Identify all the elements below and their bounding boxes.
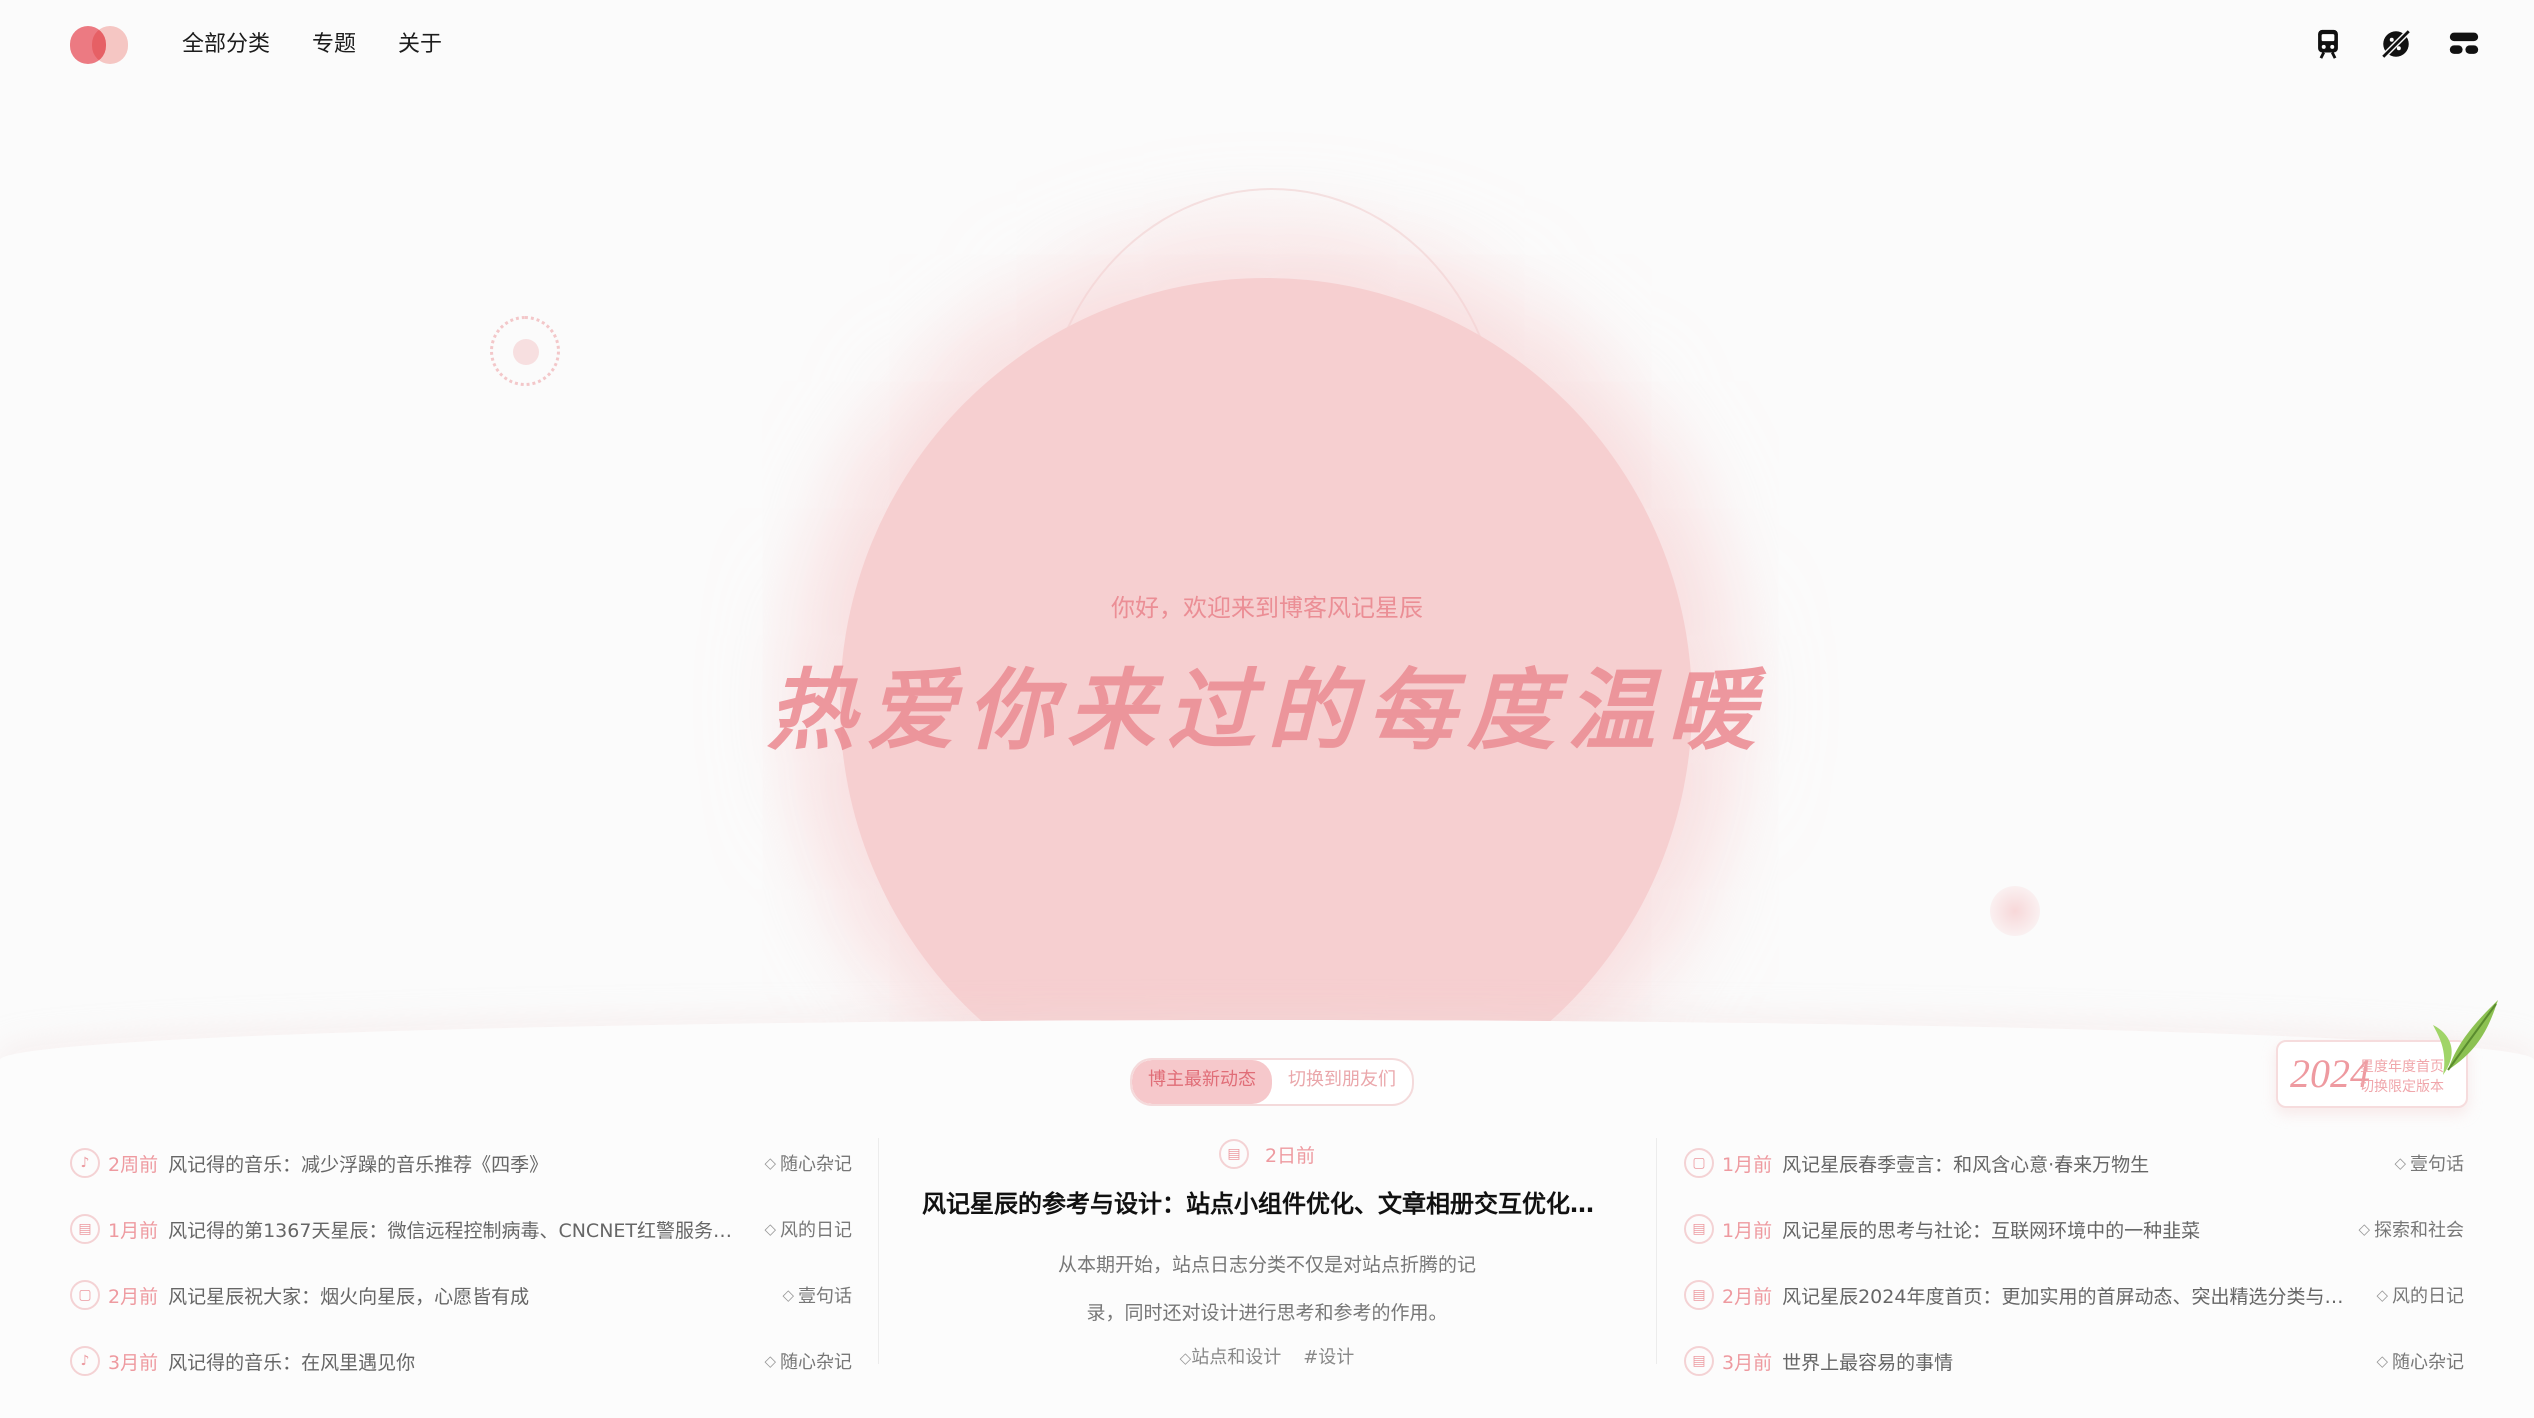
menu-grid-icon[interactable] bbox=[2444, 24, 2484, 64]
item-tag-label: 随心杂记 bbox=[780, 1352, 852, 1373]
site-header: 全部分类 专题 关于 bbox=[0, 0, 2534, 90]
tag-icon: ◇ bbox=[764, 1220, 776, 1238]
item-tag-label: 壹句话 bbox=[798, 1286, 852, 1307]
subway-icon[interactable] bbox=[2308, 24, 2348, 64]
diary-icon: ▤ bbox=[1218, 1139, 1249, 1169]
item-time: 1月前 bbox=[1722, 1153, 1773, 1176]
item-title: 风记星辰2024年度首页：更加实用的首屏动态、突出精选分类与年度限定版本 bbox=[1782, 1285, 2377, 1308]
leaf-icon bbox=[2433, 1000, 2498, 1075]
column-divider-right bbox=[1656, 1138, 1657, 1364]
tag-icon: ◇ bbox=[782, 1286, 794, 1304]
item-tag[interactable]: ◇ 随心杂记 bbox=[764, 1150, 852, 1176]
featured-tag-design[interactable]: #设计 bbox=[1303, 1343, 1354, 1369]
item-tag[interactable]: ◇ 随心杂记 bbox=[2376, 1348, 2464, 1374]
nav-about[interactable]: 关于 bbox=[398, 28, 442, 62]
decorative-glow-dot bbox=[1990, 886, 2040, 936]
item-tag-label: 随心杂记 bbox=[780, 1154, 852, 1175]
item-tag[interactable]: ◇ 随心杂记 bbox=[764, 1348, 852, 1374]
tab-friends[interactable]: 切换到朋友们 bbox=[1272, 1060, 1412, 1104]
list-item[interactable]: ♪ 2周前 风记得的音乐：减少浮躁的音乐推荐《四季》 ◇ 随心杂记 bbox=[70, 1130, 852, 1196]
featured-meta: ▤ 2日前 bbox=[900, 1134, 1634, 1174]
right-update-list: ▢ 1月前 风记星辰春季壹言：和风含心意·春来万物生 ◇ 壹句话 ▤ 1月前 风记… bbox=[1684, 1130, 2464, 1394]
tag-icon: ◇ bbox=[764, 1154, 776, 1172]
item-title: 风记得的第1367天星辰：微信远程控制病毒、CNCNET红警服务器与AI生成图片… bbox=[168, 1219, 765, 1242]
featured-title[interactable]: 风记星辰的参考与设计：站点小组件优化、文章相册交互优化、页面细节调整 bbox=[900, 1184, 1634, 1219]
list-item[interactable]: ▤ 3月前 世界上最容易的事情 ◇ 随心杂记 bbox=[1684, 1328, 2464, 1394]
tag-icon: ◇ bbox=[2376, 1352, 2388, 1370]
item-title: 风记星辰祝大家：烟火向星辰，心愿皆有成 bbox=[168, 1285, 530, 1308]
no-cookie-icon[interactable] bbox=[2376, 24, 2416, 64]
item-tag-label: 随心杂记 bbox=[2392, 1352, 2464, 1373]
music-icon: ♪ bbox=[70, 1148, 100, 1178]
item-time: 3月前 bbox=[108, 1351, 159, 1374]
message-icon: ▢ bbox=[70, 1280, 100, 1310]
item-title: 风记星辰春季壹言：和风含心意·春来万物生 bbox=[1782, 1153, 2150, 1176]
featured-description: 从本期开始，站点日志分类不仅是对站点折腾的记录，同时还对设计进行思考和参考的作用… bbox=[1057, 1254, 1476, 1324]
diary-icon: ▤ bbox=[70, 1214, 100, 1244]
item-tag-label: 壹句话 bbox=[2410, 1154, 2464, 1175]
message-icon: ▢ bbox=[1684, 1148, 1714, 1178]
item-title: 风记得的音乐：在风里遇见你 bbox=[168, 1351, 416, 1374]
column-divider-left bbox=[878, 1138, 879, 1364]
main-nav: 全部分类 专题 关于 bbox=[182, 28, 442, 62]
left-update-list: ♪ 2周前 风记得的音乐：减少浮躁的音乐推荐《四季》 ◇ 随心杂记 ▤ 1月前 风… bbox=[70, 1130, 852, 1394]
featured-time: 2日前 bbox=[1264, 1144, 1316, 1167]
tab-author-updates[interactable]: 博主最新动态 bbox=[1132, 1060, 1272, 1104]
nav-all-categories[interactable]: 全部分类 bbox=[182, 28, 270, 62]
diary-icon: ▤ bbox=[1684, 1214, 1714, 1244]
item-tag[interactable]: ◇ 壹句话 bbox=[782, 1282, 852, 1308]
item-title: 风记星辰的思考与社论：互联网环境中的一种韭菜 bbox=[1782, 1219, 2201, 1242]
music-icon: ♪ bbox=[70, 1346, 100, 1376]
feed-switcher: 博主最新动态 切换到朋友们 bbox=[1130, 1058, 1414, 1106]
tag-icon: ◇ bbox=[1179, 1349, 1192, 1367]
item-time: 2周前 bbox=[108, 1153, 159, 1176]
item-tag[interactable]: ◇ 探索和社会 bbox=[2358, 1216, 2464, 1242]
hero-title: 热爱你来过的每度温暖 bbox=[766, 659, 1767, 762]
item-tag-label: 风的日记 bbox=[2392, 1286, 2464, 1307]
item-time: 2月前 bbox=[108, 1285, 159, 1308]
tag-icon: ◇ bbox=[764, 1352, 776, 1370]
item-tag-label: 探索和社会 bbox=[2374, 1220, 2464, 1241]
diary-icon: ▤ bbox=[1684, 1280, 1714, 1310]
item-time: 2月前 bbox=[1722, 1285, 1773, 1308]
tag-icon: ◇ bbox=[2376, 1286, 2388, 1304]
featured-tag-category[interactable]: ◇站点和设计 bbox=[1180, 1343, 1282, 1369]
tag-icon: ◇ bbox=[2358, 1220, 2370, 1238]
list-item[interactable]: ▤ 2月前 风记星辰2024年度首页：更加实用的首屏动态、突出精选分类与年度限定… bbox=[1684, 1262, 2464, 1328]
item-title: 世界上最容易的事情 bbox=[1782, 1351, 1954, 1374]
decorative-dot bbox=[490, 316, 560, 386]
list-item[interactable]: ▤ 1月前 风记星辰的思考与社论：互联网环境中的一种韭菜 ◇ 探索和社会 bbox=[1684, 1196, 2464, 1262]
featured-post: ▤ 2日前 风记星辰的参考与设计：站点小组件优化、文章相册交互优化、页面细节调整… bbox=[900, 1134, 1634, 1369]
header-tools bbox=[2308, 24, 2484, 64]
nav-topics[interactable]: 专题 bbox=[312, 28, 356, 62]
list-item[interactable]: ▢ 1月前 风记星辰春季壹言：和风含心意·春来万物生 ◇ 壹句话 bbox=[1684, 1130, 2464, 1196]
site-logo[interactable] bbox=[70, 26, 128, 64]
item-tag[interactable]: ◇ 风的日记 bbox=[764, 1216, 852, 1242]
item-time: 1月前 bbox=[108, 1219, 159, 1242]
badge-year: 2024 bbox=[2290, 1051, 2370, 1096]
list-item[interactable]: ▢ 2月前 风记星辰祝大家：烟火向星辰，心愿皆有成 ◇ 壹句话 bbox=[70, 1262, 852, 1328]
item-tag[interactable]: ◇ 壹句话 bbox=[2394, 1150, 2464, 1176]
diary-icon: ▤ bbox=[1684, 1346, 1714, 1376]
item-time: 3月前 bbox=[1722, 1351, 1773, 1374]
item-tag-label: 风的日记 bbox=[780, 1220, 852, 1241]
featured-tag-category-label: 站点和设计 bbox=[1191, 1347, 1282, 1368]
hero-greeting: 你好，欢迎来到博客风记星辰 bbox=[1111, 594, 1423, 622]
item-tag[interactable]: ◇ 风的日记 bbox=[2376, 1282, 2464, 1308]
item-title: 风记得的音乐：减少浮躁的音乐推荐《四季》 bbox=[168, 1153, 549, 1176]
list-item[interactable]: ▤ 1月前 风记得的第1367天星辰：微信远程控制病毒、CNCNET红警服务器与… bbox=[70, 1196, 852, 1262]
list-item[interactable]: ♪ 3月前 风记得的音乐：在风里遇见你 ◇ 随心杂记 bbox=[70, 1328, 852, 1394]
tag-icon: ◇ bbox=[2394, 1154, 2406, 1172]
logo-dot-right bbox=[92, 26, 128, 64]
featured-tags: ◇站点和设计 #设计 bbox=[900, 1343, 1634, 1369]
item-time: 1月前 bbox=[1722, 1219, 1773, 1242]
